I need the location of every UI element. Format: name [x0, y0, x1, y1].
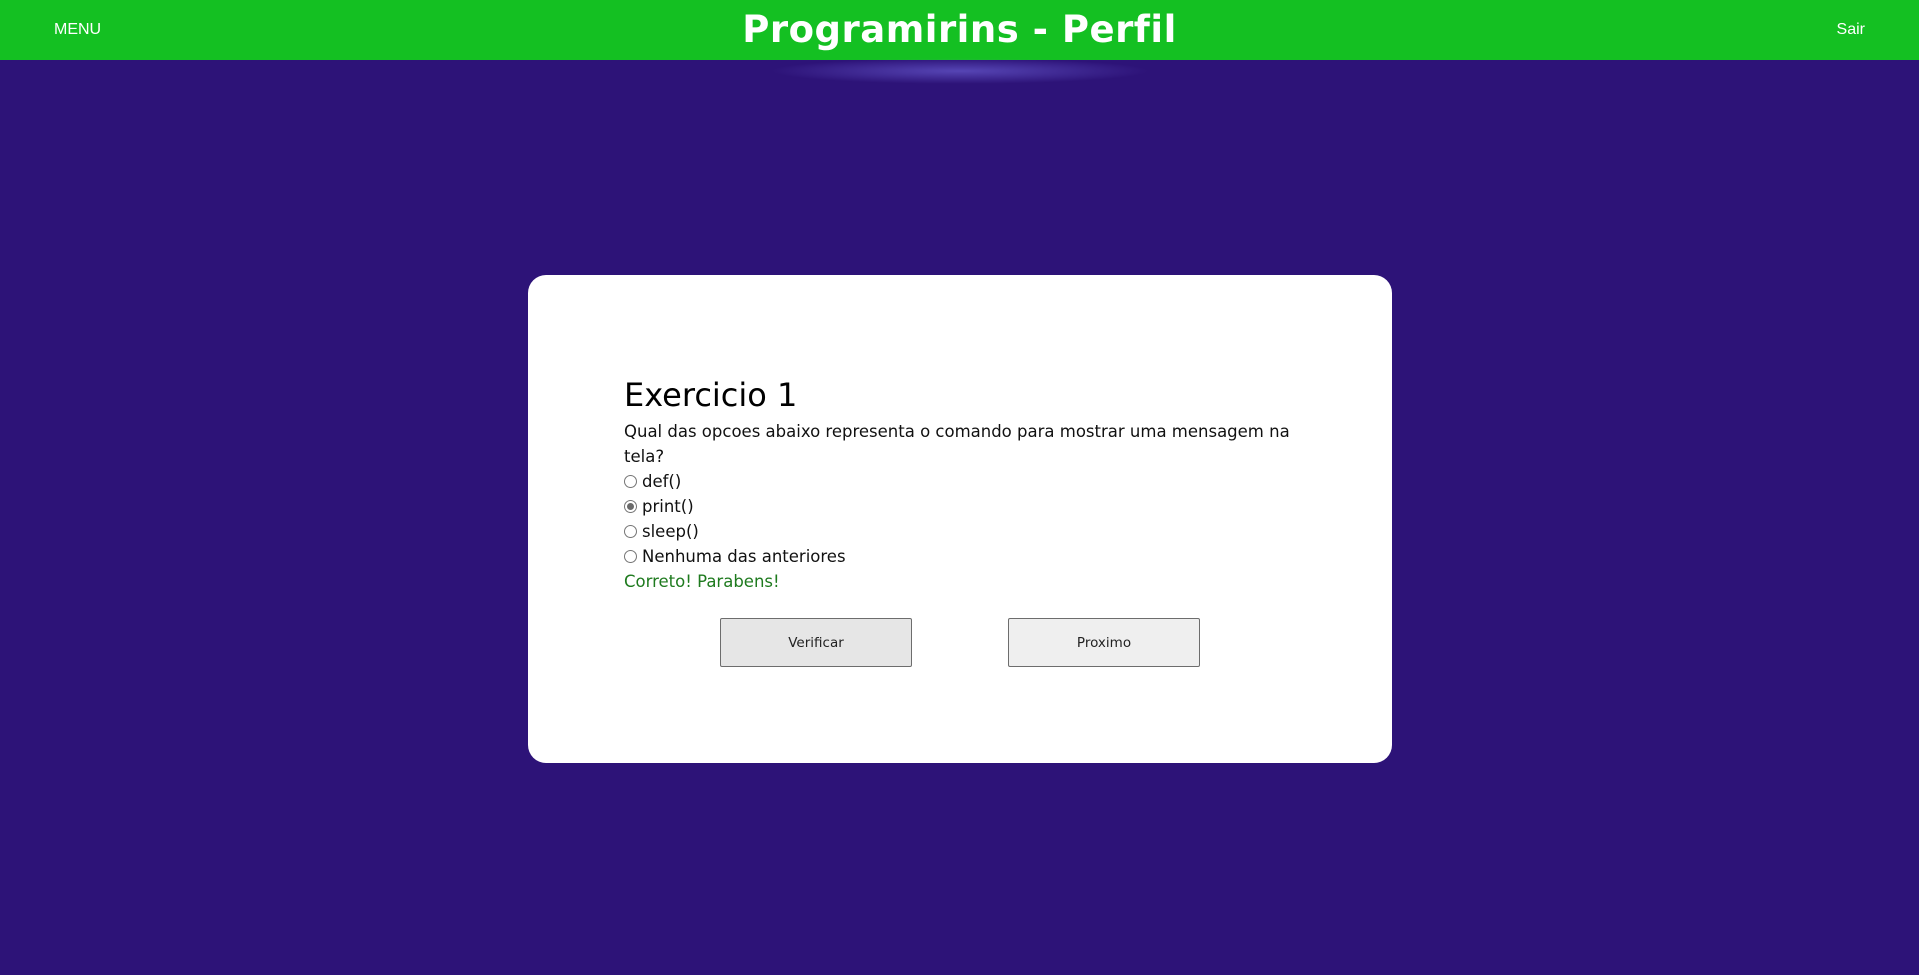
- exercise-question: Qual das opcoes abaixo representa o coma…: [624, 422, 1290, 466]
- radio-def[interactable]: [624, 475, 637, 488]
- title-glow-decoration: [770, 58, 1150, 84]
- logout-link[interactable]: Sair: [1837, 20, 1865, 40]
- feedback-message: Correto! Parabens!: [624, 572, 780, 591]
- option-label: def(): [642, 472, 682, 491]
- page-title: Programirins - Perfil: [742, 8, 1177, 51]
- exercise-card: Exercicio 1 Qual das opcoes abaixo repre…: [528, 275, 1392, 763]
- option-label: print(): [642, 497, 694, 516]
- option-label: sleep(): [642, 522, 699, 541]
- option-print[interactable]: print(): [624, 494, 846, 519]
- option-nenhuma[interactable]: Nenhuma das anteriores: [624, 544, 846, 569]
- radio-sleep[interactable]: [624, 525, 637, 538]
- next-button[interactable]: Proximo: [1008, 618, 1200, 667]
- option-sleep[interactable]: sleep(): [624, 519, 846, 544]
- option-def[interactable]: def(): [624, 469, 846, 494]
- answer-options: def() print() sleep() Nenhuma das anteri…: [624, 469, 846, 569]
- option-label: Nenhuma das anteriores: [642, 547, 846, 566]
- top-bar: MENU Programirins - Perfil Sair: [0, 0, 1919, 60]
- exercise-title: Exercicio 1: [624, 376, 798, 414]
- verify-button[interactable]: Verificar: [720, 618, 912, 667]
- radio-nenhuma[interactable]: [624, 550, 637, 563]
- radio-print[interactable]: [624, 500, 637, 513]
